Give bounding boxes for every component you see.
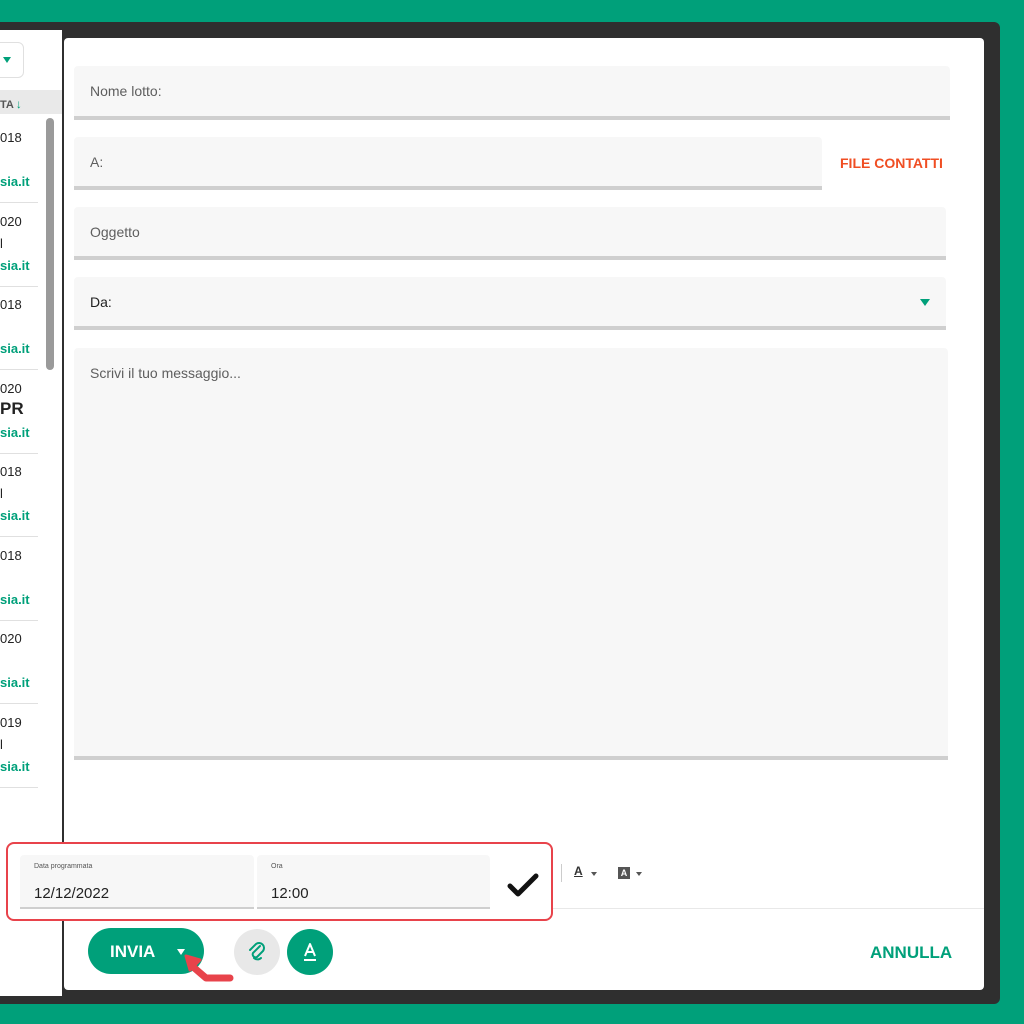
file-contacts-button[interactable]: FILE CONTATTI — [840, 155, 943, 171]
scheduled-time-value: 12:00 — [271, 885, 309, 902]
background-color-icon[interactable]: A — [618, 867, 630, 879]
sender-label: Da: — [90, 294, 112, 310]
list-item-year: 018 — [0, 297, 22, 312]
message-placeholder: Scrivi il tuo messaggio... — [90, 365, 241, 381]
list-item[interactable]: 019 l sia.it — [0, 705, 38, 788]
list-item-year: 019 — [0, 715, 22, 730]
sender-select[interactable]: Da: — [74, 277, 946, 330]
message-body-input[interactable]: Scrivi il tuo messaggio... — [74, 348, 948, 760]
list-item-text: l — [0, 236, 3, 251]
list-item-text: l — [0, 737, 3, 752]
list-scrollbar[interactable] — [46, 118, 54, 370]
send-button-label: INVIA — [110, 942, 156, 961]
recipient-placeholder: A: — [90, 154, 104, 170]
list-item-domain: sia.it — [0, 258, 30, 273]
list-item-text: PR — [0, 399, 24, 418]
chevron-down-icon — [920, 299, 930, 306]
chevron-down-icon[interactable] — [591, 872, 597, 876]
checkmark-icon — [507, 873, 539, 897]
scheduled-date-label: Data programmata — [34, 863, 93, 870]
list-item-domain: sia.it — [0, 675, 30, 690]
list-item-domain: sia.it — [0, 174, 30, 189]
scheduled-time-field[interactable]: Ora 12:00 — [257, 855, 490, 909]
text-color-icon[interactable]: A — [574, 864, 583, 878]
subject-placeholder: Oggetto — [90, 224, 140, 240]
recipient-field[interactable]: A: — [74, 137, 822, 190]
cancel-button[interactable]: ANNULLA — [870, 943, 952, 963]
sort-label: TA — [0, 99, 14, 111]
scheduled-date-field[interactable]: Data programmata 12/12/2022 — [20, 855, 254, 909]
list-item-year: 020 — [0, 214, 22, 229]
toolbar-divider — [561, 864, 562, 882]
confirm-schedule-button[interactable] — [506, 868, 540, 902]
arrow-down-icon: ↓ — [15, 97, 22, 111]
list-item[interactable]: 018 sia.it — [0, 287, 38, 370]
sort-header[interactable]: TA ↓ — [0, 90, 62, 114]
list-item-domain: sia.it — [0, 759, 30, 774]
list-item[interactable]: 018 sia.it — [0, 120, 38, 203]
list-item-year: 018 — [0, 464, 22, 479]
chevron-down-icon[interactable] — [636, 872, 642, 876]
list-filter-dropdown[interactable] — [0, 42, 24, 78]
list-item-year: 018 — [0, 130, 22, 145]
chevron-down-icon — [3, 57, 11, 63]
paperclip-icon — [249, 942, 265, 961]
list-item-domain: sia.it — [0, 592, 30, 607]
list-item-domain: sia.it — [0, 425, 30, 440]
list-item[interactable]: 018 l sia.it — [0, 454, 38, 537]
scheduled-time-label: Ora — [271, 863, 283, 870]
schedule-send-popup: Data programmata 12/12/2022 Ora 12:00 — [6, 842, 553, 921]
list-item-year: 020 — [0, 381, 22, 396]
subject-field[interactable]: Oggetto — [74, 207, 946, 260]
text-format-icon — [304, 943, 316, 961]
list-item[interactable]: 020 l sia.it — [0, 204, 38, 287]
list-item-year: 018 — [0, 548, 22, 563]
list-item[interactable]: 020 sia.it — [0, 621, 38, 704]
batch-name-field[interactable]: Nome lotto: — [74, 66, 950, 120]
text-format-button[interactable] — [287, 929, 333, 975]
list-item-text: l — [0, 486, 3, 501]
list-item[interactable]: 018 sia.it — [0, 538, 38, 621]
list-item-domain: sia.it — [0, 341, 30, 356]
list-item-year: 020 — [0, 631, 22, 646]
list-item[interactable]: 020 PR sia.it — [0, 371, 38, 454]
annotation-arrow — [184, 954, 234, 982]
scheduled-date-value: 12/12/2022 — [34, 885, 110, 902]
list-item-domain: sia.it — [0, 508, 30, 523]
batch-name-placeholder: Nome lotto: — [90, 83, 162, 99]
attach-button[interactable] — [234, 929, 280, 975]
